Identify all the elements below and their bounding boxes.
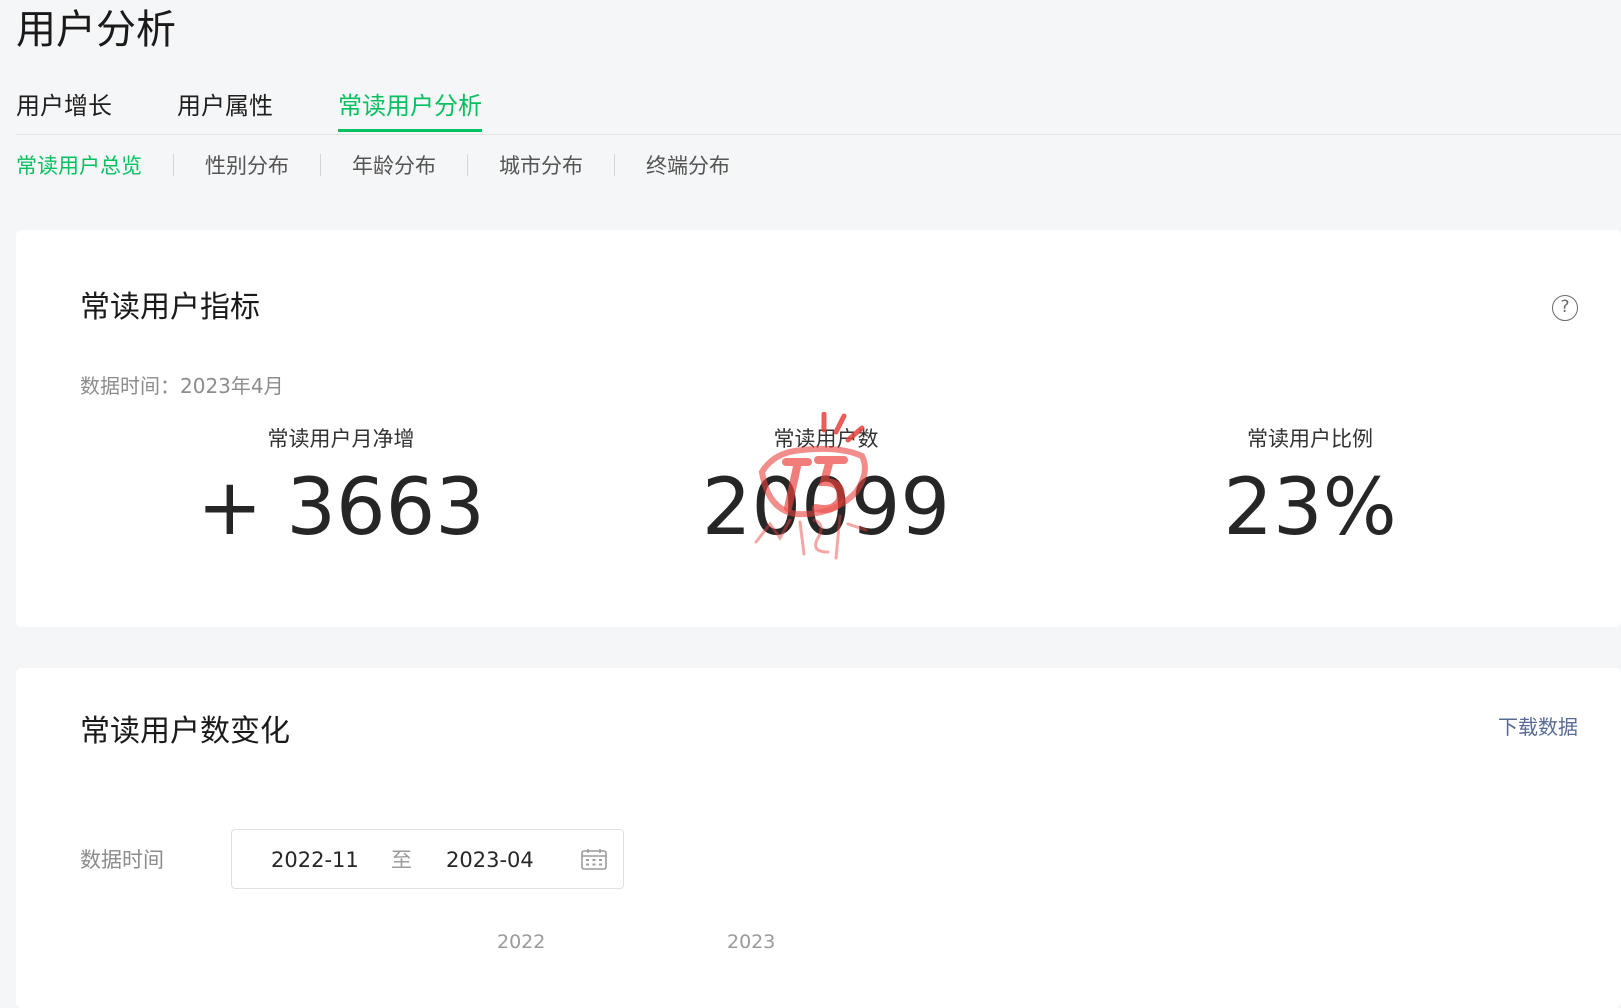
subtab-device-distribution[interactable]: 终端分布: [646, 150, 730, 180]
subtab-city-distribution[interactable]: 城市分布: [499, 150, 583, 180]
tab-frequent-user-analysis[interactable]: 常读用户分析: [338, 84, 482, 132]
question-circle-icon[interactable]: ?: [1552, 295, 1578, 321]
metric-prefix: +: [197, 463, 263, 553]
picker-year-label-2022[interactable]: 2022: [497, 931, 545, 953]
subtab-divider: [467, 154, 468, 176]
metrics-data-time: 数据时间：2023年4月: [80, 374, 284, 398]
metric-frequent-user-count: 常读用户数 20099: [616, 424, 1036, 556]
subtab-age-distribution[interactable]: 年龄分布: [352, 150, 436, 180]
sub-tab-bar: 常读用户总览 性别分布 年龄分布 城市分布 终端分布: [16, 148, 730, 182]
tab-user-growth[interactable]: 用户增长: [16, 84, 112, 128]
metrics-card: 常读用户指标 ? 数据时间：2023年4月 常读用户月净增 +3663 常读用户…: [16, 230, 1621, 627]
metric-value: 23%: [1223, 463, 1397, 553]
trend-card: 常读用户数变化 下载数据 数据时间 至 2022 2023: [16, 668, 1621, 1008]
subtab-divider: [173, 154, 174, 176]
tab-user-attributes[interactable]: 用户属性: [177, 84, 273, 128]
page-title: 用户分析: [16, 7, 176, 53]
range-separator: 至: [391, 848, 412, 872]
metric-label: 常读用户月净增: [267, 427, 415, 451]
download-data-link[interactable]: 下载数据: [1498, 711, 1578, 740]
metric-number: 3663: [286, 463, 485, 553]
metric-label: 常读用户比例: [1247, 427, 1373, 451]
trend-card-title: 常读用户数变化: [80, 714, 290, 749]
metric-value: +3663: [131, 460, 551, 556]
subtab-divider: [614, 154, 615, 176]
calendar-icon[interactable]: [581, 848, 607, 870]
date-range-picker[interactable]: 至: [231, 829, 624, 889]
metric-label: 常读用户数: [773, 427, 879, 451]
range-start-input[interactable]: [271, 846, 371, 874]
metric-monthly-net-growth: 常读用户月净增 +3663: [131, 424, 551, 556]
metrics-card-title: 常读用户指标: [80, 290, 260, 325]
main-tab-bar: 用户增长 用户属性 常读用户分析: [16, 84, 1621, 135]
subtab-divider: [320, 154, 321, 176]
subtab-frequent-user-overview[interactable]: 常读用户总览: [16, 150, 142, 180]
range-end-input[interactable]: [446, 846, 546, 874]
metric-value: 20099: [701, 463, 951, 553]
picker-year-label-2023[interactable]: 2023: [727, 931, 775, 953]
metric-frequent-user-ratio: 常读用户比例 23%: [1100, 424, 1520, 556]
subtab-gender-distribution[interactable]: 性别分布: [205, 150, 289, 180]
date-filter-label: 数据时间: [80, 848, 164, 872]
